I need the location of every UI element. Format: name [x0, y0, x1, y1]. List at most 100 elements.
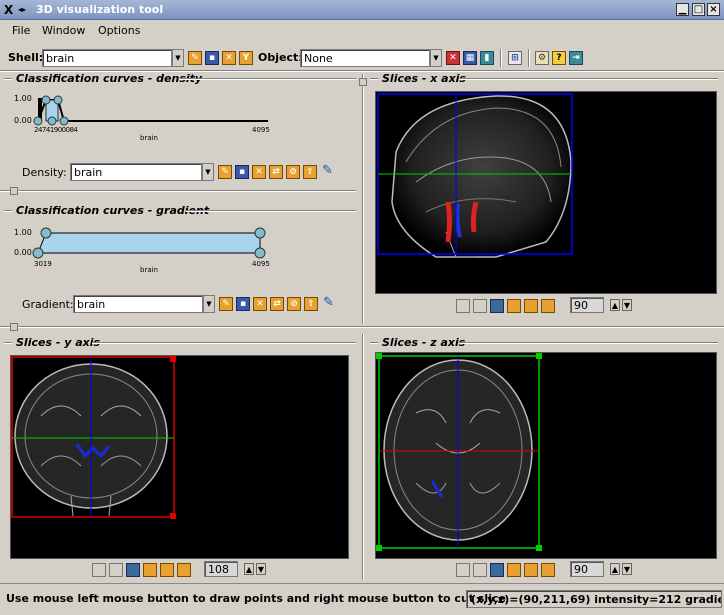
density-pencil-icon[interactable]: ✎	[322, 163, 333, 178]
maximize-icon[interactable]: □	[692, 3, 705, 16]
density-filter-icon[interactable]: ⊘	[286, 165, 300, 179]
slice-z-up-icon[interactable]: ▲	[610, 563, 620, 575]
object-export-icon[interactable]: ▮	[480, 51, 494, 65]
menu-window[interactable]: Window	[42, 24, 85, 37]
toolbar-separator	[500, 49, 502, 67]
gradient-x-end: 4095	[252, 260, 270, 268]
gradient-curve-chart[interactable]: 1.00 0.00 3019 brain 4095	[8, 220, 348, 276]
slice-y-image[interactable]	[11, 356, 349, 559]
panel-frame-top	[4, 342, 12, 344]
slice-x-image[interactable]	[376, 92, 717, 294]
panel-frame-top	[186, 210, 356, 212]
zoom-out-icon[interactable]	[473, 299, 487, 313]
save-shell-icon[interactable]: ▪	[205, 51, 219, 65]
zoom-in-icon[interactable]	[92, 563, 106, 577]
panel-frame-top	[4, 78, 12, 80]
menu-file[interactable]: File	[12, 24, 30, 37]
menu-bar: File Window Options	[0, 21, 724, 41]
sash-handle[interactable]	[10, 323, 18, 331]
help-icon[interactable]: ?	[552, 51, 566, 65]
density-copy-icon[interactable]: ⇄	[269, 165, 283, 179]
swap-icon[interactable]	[524, 299, 538, 313]
delete-object-icon[interactable]: ✕	[446, 51, 460, 65]
density-y-high: 1.00	[14, 94, 32, 103]
gradient-save-icon[interactable]: ▪	[236, 297, 250, 311]
swap-icon[interactable]	[160, 563, 174, 577]
density-save-icon[interactable]: ▪	[235, 165, 249, 179]
flip-icon[interactable]	[507, 563, 521, 577]
status-coordinates: (x,y,z)=(90,211,69) intensity=212 gradie…	[466, 590, 722, 608]
rotate-icon[interactable]	[541, 563, 555, 577]
sash-handle[interactable]	[359, 78, 367, 86]
gradient-delete-icon[interactable]: ✕	[253, 297, 267, 311]
title-bar: X ◂▸ 3D visualization tool ▁ □ ×	[0, 0, 724, 20]
gradient-select[interactable]: brain	[73, 295, 203, 313]
zoom-out-icon[interactable]	[473, 563, 487, 577]
rotate-icon[interactable]	[177, 563, 191, 577]
slice-x-down-icon[interactable]: ▼	[622, 299, 632, 311]
exit-icon[interactable]: ⇥	[569, 51, 583, 65]
chevron-down-icon[interactable]: ▼	[202, 163, 214, 181]
slice-x-up-icon[interactable]: ▲	[610, 299, 620, 311]
slice-y-view[interactable]	[10, 355, 349, 559]
panel-frame-top	[180, 78, 356, 80]
gradient-edit-icon[interactable]: ✎	[219, 297, 233, 311]
close-icon[interactable]: ×	[707, 3, 720, 16]
menu-options[interactable]: Options	[98, 24, 140, 37]
slice-z-view[interactable]	[375, 352, 717, 559]
open-shell-icon[interactable]: ✎	[188, 51, 202, 65]
main-toolbar: Shell: brain ▼ ✎ ▪ ✕ Y Object: None ▼ ✕ …	[0, 44, 724, 70]
slice-x-input[interactable]: 90	[570, 297, 604, 313]
slice-z-input[interactable]: 90	[570, 561, 604, 577]
gradient-pencil-icon[interactable]: ✎	[323, 295, 334, 310]
flip-icon[interactable]	[507, 299, 521, 313]
horizontal-divider[interactable]	[0, 326, 724, 328]
chevron-down-icon[interactable]: ▼	[172, 49, 184, 67]
panel-frame-top	[370, 342, 378, 344]
sash-handle[interactable]	[10, 187, 18, 195]
gradient-curve-plot[interactable]	[8, 220, 348, 276]
density-apply-icon[interactable]: ⇧	[303, 165, 317, 179]
slice-y-up-icon[interactable]: ▲	[244, 563, 254, 575]
rotate-icon[interactable]	[541, 299, 555, 313]
slice-z-down-icon[interactable]: ▼	[622, 563, 632, 575]
gradient-x-start: 3019	[34, 260, 52, 268]
slice-x-title: Slices - x axis	[382, 72, 466, 85]
minimize-icon[interactable]: ▁	[676, 3, 689, 16]
chevron-down-icon[interactable]: ▼	[203, 295, 215, 313]
object-grid-icon[interactable]: ▦	[463, 51, 477, 65]
gradient-apply-icon[interactable]: ⇧	[304, 297, 318, 311]
gradient-filter-icon[interactable]: ⊘	[287, 297, 301, 311]
swap-icon[interactable]	[524, 563, 538, 577]
vertical-divider[interactable]	[362, 74, 364, 324]
gradient-y-high: 1.00	[14, 228, 32, 237]
settings-icon[interactable]: ⚙	[535, 51, 549, 65]
image-view-icon[interactable]	[490, 299, 504, 313]
shell-select[interactable]: brain	[42, 49, 172, 67]
density-panel-title: Classification curves - density	[16, 72, 203, 85]
density-select[interactable]: brain	[70, 163, 202, 181]
object-select[interactable]: None	[300, 49, 430, 67]
zoom-out-icon[interactable]	[109, 563, 123, 577]
zoom-in-icon[interactable]	[456, 563, 470, 577]
filter-shell-icon[interactable]: Y	[239, 51, 253, 65]
delete-shell-icon[interactable]: ✕	[222, 51, 236, 65]
image-view-icon[interactable]	[126, 563, 140, 577]
image-view-icon[interactable]	[490, 563, 504, 577]
slice-y-down-icon[interactable]: ▼	[256, 563, 266, 575]
slice-x-view[interactable]	[375, 91, 717, 294]
slice-y-input[interactable]: 108	[204, 561, 238, 577]
flip-icon[interactable]	[143, 563, 157, 577]
gradient-copy-icon[interactable]: ⇄	[270, 297, 284, 311]
window-menu-icon[interactable]: ◂▸	[18, 5, 26, 14]
zoom-in-icon[interactable]	[456, 299, 470, 313]
density-curve-plot[interactable]	[8, 88, 348, 144]
density-edit-icon[interactable]: ✎	[218, 165, 232, 179]
slice-z-image[interactable]	[376, 353, 717, 559]
density-curve-chart[interactable]: 1.00 0.00 24741900084 brain 4095	[8, 88, 348, 144]
density-delete-icon[interactable]: ✕	[252, 165, 266, 179]
chevron-down-icon[interactable]: ▼	[430, 49, 442, 67]
layout-grid-icon[interactable]: ⊞	[508, 51, 522, 65]
vertical-divider[interactable]	[362, 334, 364, 580]
slice-y-title: Slices - y axis	[16, 336, 101, 349]
